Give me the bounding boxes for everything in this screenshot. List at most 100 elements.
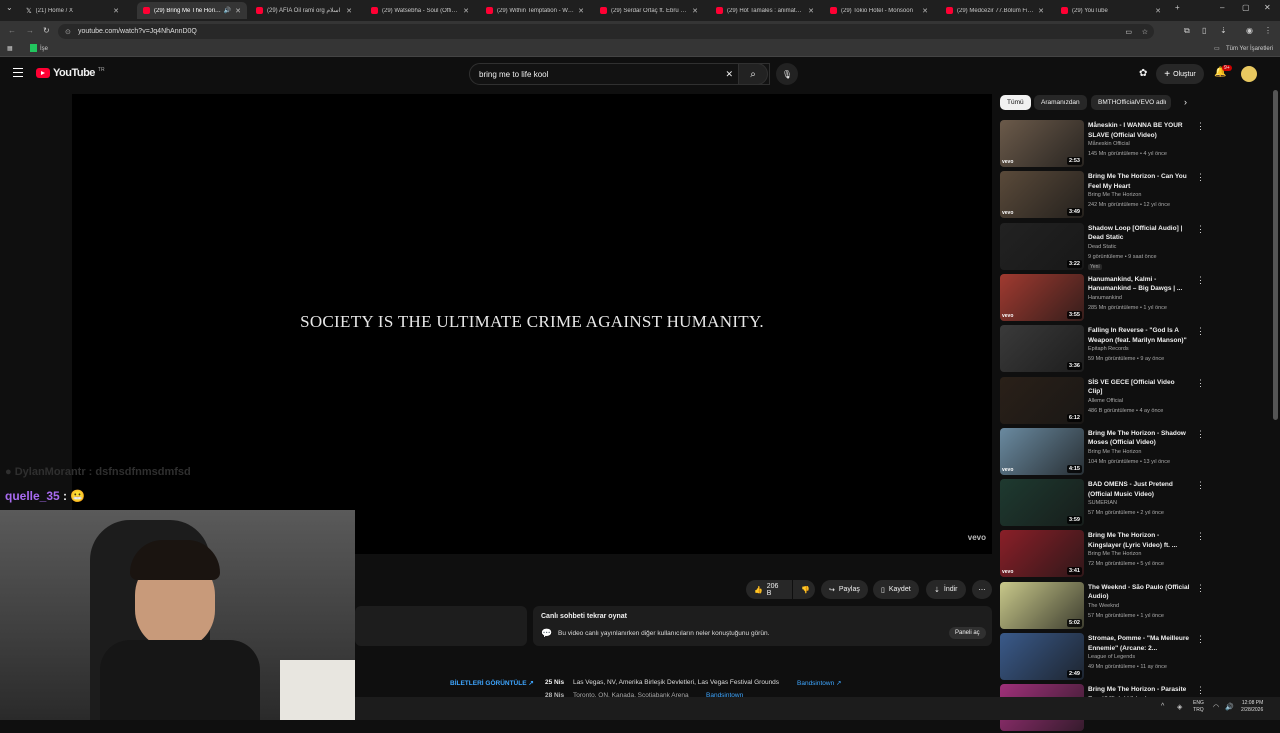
recommendation-item[interactable]: 3:59 BAD OMENS - Just Pretend (Official M… — [1000, 479, 1205, 528]
more-actions-button[interactable]: ⋯ — [972, 580, 992, 599]
close-tab-icon[interactable]: ✕ — [692, 7, 698, 15]
tab-audio-icon[interactable]: 🔊 — [224, 7, 231, 14]
back-icon[interactable]: ← — [8, 26, 16, 35]
close-tab-icon[interactable]: ✕ — [922, 7, 928, 15]
recommendation-item[interactable]: 5:02 The Weeknd - São Paulo (Official Aud… — [1000, 581, 1205, 631]
channel-name[interactable]: Bring Me The Horizon — [1088, 192, 1141, 198]
minimize-icon[interactable]: – — [1220, 3, 1224, 12]
browser-tab[interactable]: (29) Watsebha - Soul (Official ✕ — [365, 2, 475, 19]
browser-tab[interactable]: (29) Bring Me The Horizon 🔊 ✕ — [137, 2, 247, 19]
download-button[interactable]: ⇣ İndir — [926, 580, 966, 599]
puzzle-icon[interactable]: ✿ — [1139, 68, 1147, 79]
share-button[interactable]: ↪ Paylaş — [821, 580, 868, 599]
sidebar-icon[interactable]: ▯ — [1202, 26, 1206, 35]
cast-icon[interactable]: ▭ — [1125, 28, 1132, 36]
video-thumbnail[interactable]: 3:22 — [1000, 222, 1084, 270]
search-button[interactable]: ⌕ — [738, 63, 768, 85]
browser-tab[interactable]: (29) Hot Tamales : animated ed ✕ — [710, 2, 820, 19]
chip-channel[interactable]: BMTHOfficialVEVO adlı — [1091, 95, 1171, 110]
profile-icon[interactable]: ◉ — [1246, 26, 1253, 35]
more-options-icon[interactable]: ⋮ — [1196, 480, 1205, 491]
channel-name[interactable]: Alleme Official — [1088, 398, 1123, 404]
forward-icon[interactable]: → — [26, 26, 34, 35]
more-options-icon[interactable]: ⋮ — [1196, 634, 1205, 645]
more-options-icon[interactable]: ⋮ — [1196, 275, 1205, 286]
video-thumbnail[interactable]: 4:15 vevo — [1000, 427, 1084, 475]
browser-tab[interactable]: (29) AFIA Oil rami org اسلام ✕ — [250, 2, 358, 19]
recommendation-item[interactable]: 6:12 SİS VE GECE [Official Video Clip] All… — [1000, 376, 1205, 426]
browser-tab[interactable]: (29) Serdar Ortaç ft. Ebru Gün ✕ — [594, 2, 704, 19]
clear-search-icon[interactable]: ✕ — [725, 69, 733, 80]
more-options-icon[interactable]: ⋮ — [1196, 121, 1205, 132]
recommendation-item[interactable]: 2:53 vevo Måneskin - I WANNA BE YOUR SLAVE… — [1000, 120, 1205, 169]
browser-tab[interactable]: (29) Medcezir 77.Bölüm Final ✕ — [940, 2, 1050, 19]
volume-icon[interactable]: 🔊 — [1225, 703, 1234, 711]
more-options-icon[interactable]: ⋮ — [1196, 378, 1205, 389]
video-thumbnail[interactable]: 3:36 — [1000, 325, 1084, 373]
close-tab-icon[interactable]: ✕ — [808, 7, 814, 15]
recommendation-item[interactable]: 4:15 vevo Bring Me The Horizon - Shadow Mo… — [1000, 427, 1205, 477]
more-options-icon[interactable]: ⋮ — [1196, 429, 1205, 440]
downloads-icon[interactable]: ⇣ — [1220, 26, 1227, 35]
video-player[interactable]: SOCIETY IS THE ULTIMATE CRIME AGAINST HU… — [72, 94, 992, 554]
hamburger-menu-icon[interactable] — [13, 68, 23, 77]
event-source-link[interactable]: Bandsintown ↗ — [797, 679, 842, 687]
chip-from-search[interactable]: Aramanızdan — [1034, 95, 1087, 110]
site-info-icon[interactable]: ⊙ — [65, 28, 71, 36]
more-options-icon[interactable]: ⋮ — [1196, 583, 1205, 594]
recommendation-item[interactable]: 2:49 Stromae, Pomme - "Ma Meilleure Ennem… — [1000, 633, 1205, 682]
voice-search-button[interactable]: 🎙 — [776, 63, 798, 85]
video-thumbnail[interactable]: 5:02 — [1000, 581, 1084, 629]
wifi-icon[interactable]: ◠ — [1213, 703, 1219, 711]
tab-search-icon[interactable]: ⌄ — [6, 3, 13, 12]
channel-name[interactable]: Bring Me The Horizon — [1088, 551, 1141, 557]
reload-icon[interactable]: ↻ — [43, 26, 50, 35]
close-tab-icon[interactable]: ✕ — [113, 7, 119, 15]
extensions-icon[interactable]: ⧉ — [1184, 26, 1190, 36]
close-tab-icon[interactable]: ✕ — [578, 7, 584, 15]
recommendation-item[interactable]: 3:55 vevo Hanumankind, Kalmi - Hanumankind… — [1000, 273, 1205, 323]
video-thumbnail[interactable]: 2:53 vevo — [1000, 120, 1084, 167]
browser-tab[interactable]: (29) Tokio Hotel - Monsoon ✕ — [824, 2, 934, 19]
close-window-icon[interactable]: ✕ — [1264, 3, 1271, 12]
more-options-icon[interactable]: ⋮ — [1196, 326, 1205, 337]
menu-icon[interactable]: ⋮ — [1264, 26, 1272, 35]
new-tab-button[interactable]: + — [1175, 3, 1180, 12]
tray-app-icon[interactable]: ◈ — [1177, 703, 1182, 711]
like-button[interactable]: 👍 206 B — [746, 580, 792, 599]
close-tab-icon[interactable]: ✕ — [1038, 7, 1044, 15]
more-options-icon[interactable]: ⋮ — [1196, 224, 1205, 235]
recommendation-item[interactable]: 3:41 vevo Bring Me The Horizon - Kingslaye… — [1000, 530, 1205, 579]
video-thumbnail[interactable]: 3:49 vevo — [1000, 171, 1084, 219]
search-input[interactable]: bring me to life kool ✕ — [469, 63, 770, 85]
close-tab-icon[interactable]: ✕ — [235, 7, 241, 15]
video-thumbnail[interactable]: 3:55 vevo — [1000, 273, 1084, 321]
channel-name[interactable]: Bring Me The Horizon — [1088, 449, 1141, 455]
more-options-icon[interactable]: ⋮ — [1196, 531, 1205, 542]
youtube-logo[interactable]: YouTube TR — [36, 67, 105, 79]
recommendation-item[interactable]: 3:49 vevo Bring Me The Horizon - Can You F… — [1000, 171, 1205, 220]
video-thumbnail[interactable]: 3:59 — [1000, 479, 1084, 527]
video-thumbnail[interactable]: 6:12 — [1000, 376, 1084, 424]
language-indicator[interactable]: ENG TRQ — [1193, 700, 1204, 714]
description-box[interactable] — [355, 606, 527, 646]
video-thumbnail[interactable]: 3:41 vevo — [1000, 530, 1084, 578]
channel-name[interactable]: League of Legends — [1088, 654, 1135, 660]
recommendation-item[interactable]: 3:22 Shadow Loop [Official Audio] | Dead … — [1000, 222, 1205, 272]
maximize-icon[interactable]: ▢ — [1242, 3, 1250, 12]
view-tickets-link[interactable]: BİLETLERİ GÖRÜNTÜLE ↗ — [450, 679, 534, 687]
page-scrollbar[interactable] — [1273, 90, 1278, 420]
channel-name[interactable]: The Weeknd — [1088, 603, 1119, 609]
more-options-icon[interactable]: ⋮ — [1196, 685, 1205, 696]
channel-name[interactable]: SUMERIAN — [1088, 500, 1117, 506]
chevron-right-icon[interactable]: › — [1184, 97, 1187, 107]
close-tab-icon[interactable]: ✕ — [1155, 7, 1161, 15]
channel-name[interactable]: Hanumankind — [1088, 295, 1122, 301]
dislike-button[interactable]: 👎 — [793, 580, 815, 599]
more-options-icon[interactable]: ⋮ — [1196, 172, 1205, 183]
browser-tab[interactable]: (29) Within Temptation - What ✕ — [480, 2, 590, 19]
clock[interactable]: 12:08 PM 2/28/2026 — [1241, 700, 1263, 714]
close-tab-icon[interactable]: ✕ — [346, 7, 352, 15]
bookmark-star-icon[interactable]: ☆ — [1142, 28, 1148, 36]
browser-tab[interactable]: (29) YouTube ✕ — [1055, 2, 1167, 19]
